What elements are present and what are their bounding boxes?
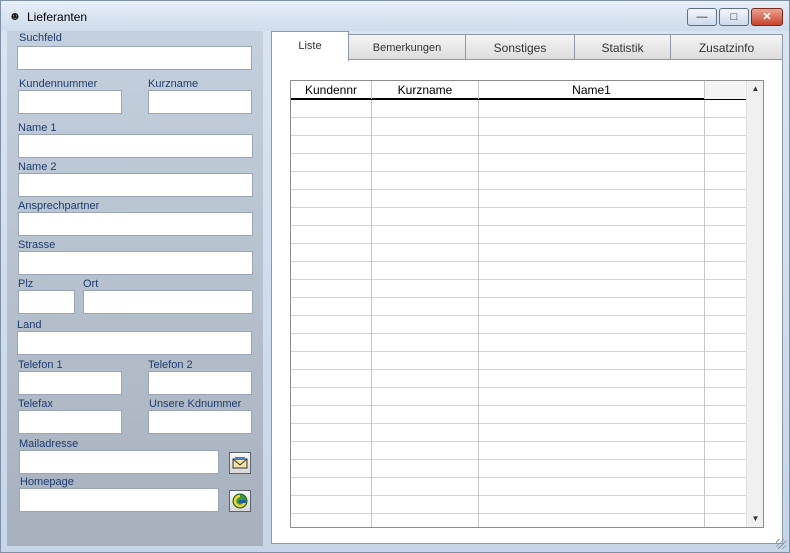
- close-button[interactable]: ✕: [751, 8, 783, 26]
- name2-label: Name 2: [18, 161, 57, 173]
- grid-rows[interactable]: [291, 100, 746, 527]
- tab-control: Liste Bemerkungen Sonstiges Statistik Zu…: [271, 31, 785, 546]
- homepage-input[interactable]: [19, 488, 219, 512]
- kurzname-label: Kurzname: [148, 78, 199, 90]
- column-divider: [478, 81, 479, 527]
- scroll-down-arrow[interactable]: ▼: [747, 511, 764, 527]
- telefon1-input[interactable]: [18, 371, 122, 395]
- strasse-label: Strasse: [18, 239, 56, 251]
- column-divider: [704, 81, 705, 527]
- scroll-up-arrow[interactable]: ▲: [747, 81, 764, 97]
- tab-zusatzinfo[interactable]: Zusatzinfo: [670, 34, 783, 60]
- name1-label: Name 1: [18, 122, 57, 134]
- telefon2-input[interactable]: [148, 371, 252, 395]
- name2-input[interactable]: [18, 173, 253, 197]
- kurzname-input[interactable]: [148, 90, 252, 114]
- unsere-kdnummer-label: Unsere Kdnummer: [149, 398, 242, 410]
- name1-input[interactable]: [18, 134, 253, 158]
- column-header-kundennr[interactable]: Kundennr: [291, 81, 372, 99]
- tab-page-liste: Kundennr Kurzname Name1 ▲ ▼: [271, 59, 783, 544]
- resize-grip[interactable]: [776, 539, 786, 549]
- tab-sonstiges[interactable]: Sonstiges: [465, 34, 575, 60]
- kundennummer-input[interactable]: [18, 90, 122, 114]
- column-header-kurzname[interactable]: Kurzname: [372, 81, 479, 99]
- kundennummer-label: Kundennummer: [19, 78, 98, 90]
- send-mail-icon[interactable]: [229, 452, 251, 474]
- supplier-form-panel: Suchfeld Kundennummer Kurzname Name 1 Na…: [7, 31, 263, 546]
- tab-bemerkungen[interactable]: Bemerkungen: [348, 34, 466, 60]
- tab-statistik[interactable]: Statistik: [574, 34, 671, 60]
- plz-input[interactable]: [18, 290, 75, 314]
- column-header-empty: [705, 81, 746, 99]
- mailadresse-input[interactable]: [19, 450, 219, 474]
- ansprechpartner-label: Ansprechpartner: [18, 200, 100, 212]
- supplier-grid[interactable]: Kundennr Kurzname Name1 ▲ ▼: [290, 80, 764, 528]
- ansprechpartner-input[interactable]: [18, 212, 253, 236]
- column-divider: [371, 81, 372, 527]
- suchfeld-input[interactable]: [17, 46, 252, 70]
- app-icon: ☻: [8, 9, 22, 23]
- vertical-scrollbar[interactable]: ▲ ▼: [746, 81, 763, 527]
- suchfeld-label: Suchfeld: [19, 32, 62, 44]
- lieferanten-window: ☻ Lieferanten — □ ✕ Suchfeld Kundennumme…: [0, 0, 790, 553]
- mailadresse-label: Mailadresse: [19, 438, 79, 450]
- telefon2-label: Telefon 2: [148, 359, 193, 371]
- open-homepage-icon[interactable]: [229, 490, 251, 512]
- maximize-button[interactable]: □: [719, 8, 749, 26]
- title-bar[interactable]: ☻ Lieferanten — □ ✕: [1, 1, 789, 31]
- telefax-label: Telefax: [18, 398, 53, 410]
- homepage-label: Homepage: [20, 476, 74, 488]
- telefax-input[interactable]: [18, 410, 122, 434]
- telefon1-label: Telefon 1: [18, 359, 63, 371]
- land-input[interactable]: [17, 331, 252, 355]
- ort-input[interactable]: [83, 290, 253, 314]
- grid-header: Kundennr Kurzname Name1: [291, 81, 746, 100]
- unsere-kdnummer-input[interactable]: [148, 410, 252, 434]
- window-title: Lieferanten: [27, 10, 88, 24]
- strasse-input[interactable]: [18, 251, 253, 275]
- minimize-button[interactable]: —: [687, 8, 717, 26]
- column-header-name1[interactable]: Name1: [479, 81, 705, 99]
- plz-label: Plz: [18, 278, 34, 290]
- tab-liste[interactable]: Liste: [271, 31, 349, 61]
- land-label: Land: [17, 319, 42, 331]
- ort-label: Ort: [83, 278, 99, 290]
